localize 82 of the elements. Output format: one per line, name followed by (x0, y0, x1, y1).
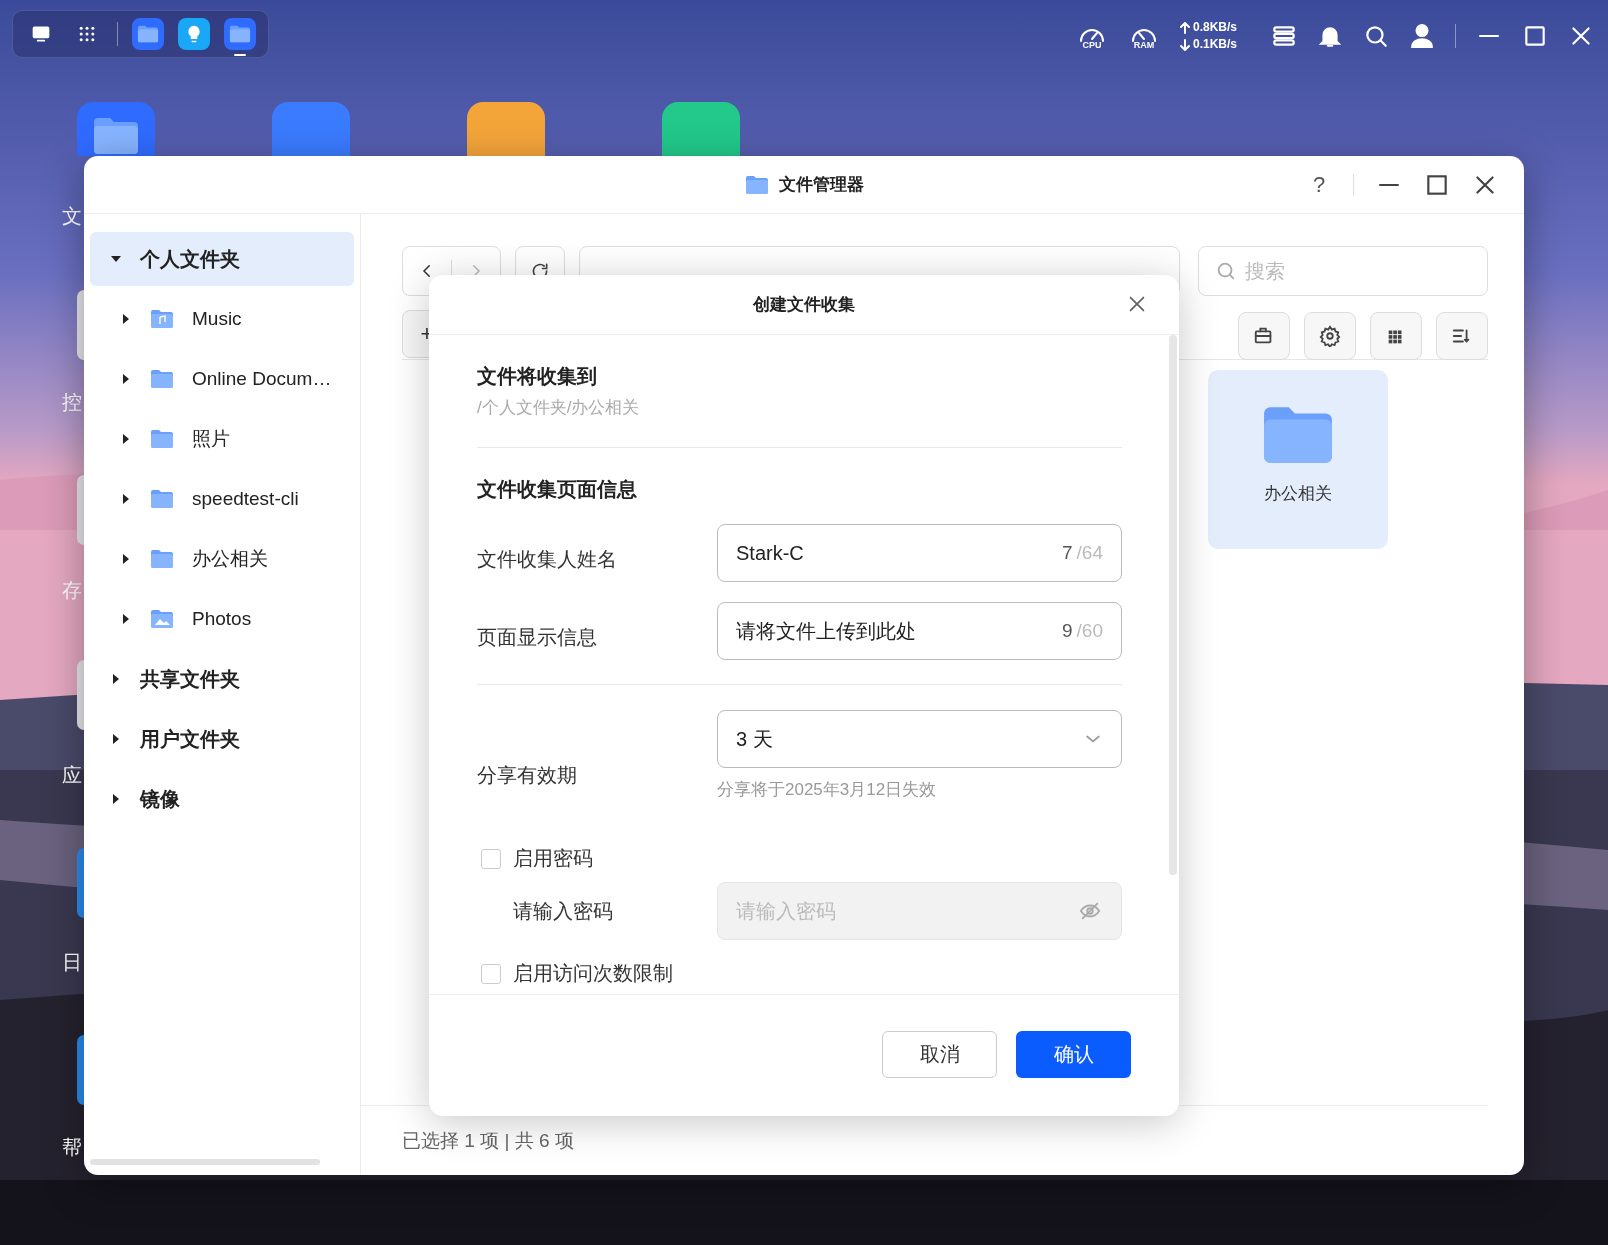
status-text: 已选择 1 项 | 共 6 项 (402, 1128, 574, 1153)
photo-folder-icon (150, 609, 174, 629)
sidebar-item[interactable]: Online Docum… (90, 352, 354, 406)
folder-icon (229, 24, 251, 44)
settings-button[interactable] (1304, 311, 1356, 360)
eye-off-icon (1077, 900, 1103, 922)
help-button[interactable]: ? (1307, 172, 1331, 198)
user-icon (1409, 23, 1435, 49)
app-label: 帮 (62, 1135, 82, 1159)
settings-icon (1319, 324, 1341, 347)
text-field[interactable]: Stark-C 7 /64 (717, 524, 1122, 582)
folder-icon (137, 24, 159, 44)
up-arrow-icon (1179, 21, 1190, 34)
checkbox[interactable] (481, 963, 501, 984)
section-heading: 文件将收集到 (477, 364, 598, 389)
sort-button[interactable] (1436, 311, 1488, 360)
char-limit: /64 (1076, 542, 1103, 564)
download-speed: 0.1KB/s (1192, 36, 1237, 53)
field-label: 文件收集人姓名 (477, 546, 618, 572)
window-title: 文件管理器 (778, 174, 864, 196)
sync-app-icon[interactable] (662, 102, 740, 156)
destination-path: /个人文件夹/办公相关 (477, 397, 641, 419)
file-manager-button[interactable] (224, 18, 256, 50)
folder-icon (744, 173, 769, 196)
monitor-icon (30, 24, 52, 44)
maximize-icon (1522, 23, 1548, 49)
down-arrow-icon (1179, 38, 1190, 51)
view-button[interactable] (1370, 311, 1422, 360)
scrollbar[interactable] (1169, 335, 1177, 875)
folder-app-icon[interactable] (77, 102, 155, 156)
minimize-icon (1376, 183, 1402, 187)
notes-app-icon[interactable] (467, 102, 545, 156)
music-folder-icon (150, 309, 174, 329)
expiry-hint: 分享将于2025年3月12日失效 (717, 779, 938, 801)
search-icon (1215, 260, 1237, 282)
folder-icon (92, 116, 140, 156)
section-heading: 文件收集页面信息 (477, 477, 638, 502)
app-label: 应 (62, 763, 82, 787)
app-icon[interactable] (77, 1035, 84, 1105)
minimize-icon (1476, 34, 1502, 38)
sidebar-item[interactable]: 镜像 (90, 772, 354, 826)
sidebar-item[interactable]: 用户文件夹 (90, 712, 354, 766)
sidebar-item[interactable]: Photos (90, 592, 354, 646)
folder-icon (150, 429, 174, 449)
file-manager-button[interactable] (132, 18, 164, 50)
field-label: 页面显示信息 (477, 624, 598, 650)
folder-tile[interactable]: 办公相关 (1208, 370, 1388, 549)
sidebar-item[interactable]: speedtest-cli (90, 472, 354, 526)
expiry-select[interactable]: 3 天 (717, 710, 1122, 768)
app-icon[interactable] (77, 290, 84, 360)
folder-icon (150, 489, 174, 509)
search-icon (1363, 23, 1389, 49)
cpu-label: CPU (1082, 40, 1102, 50)
char-count: 7 (1062, 542, 1073, 564)
field-label: 请输入密码 (512, 898, 614, 924)
checkbox-label: 启用访问次数限制 (513, 961, 673, 986)
app-label: 控 (62, 390, 82, 414)
folder-icon (150, 549, 174, 569)
app-label: 文 (62, 204, 82, 228)
scrollbar[interactable] (90, 1159, 320, 1165)
ram-label: RAM (1133, 40, 1155, 50)
char-limit: /60 (1076, 620, 1103, 642)
tips-button[interactable] (178, 18, 210, 50)
upload-speed: 0.8KB/s (1192, 19, 1237, 36)
sidebar-item[interactable]: Music (90, 292, 354, 346)
sidebar-item[interactable]: 照片 (90, 412, 354, 466)
app-label: 日 (62, 950, 82, 974)
sidebar-item[interactable]: 共享文件夹 (90, 652, 354, 706)
field-label: 分享有效期 (477, 763, 578, 788)
folder-icon (150, 369, 174, 389)
dialog-title: 创建文件收集 (753, 294, 855, 316)
toolbox-button[interactable] (1238, 311, 1290, 360)
cancel-button[interactable]: 取消 (882, 1031, 997, 1078)
app-label: 存 (62, 578, 82, 602)
maximize-icon (1424, 172, 1450, 198)
confirm-button[interactable]: 确认 (1016, 1031, 1131, 1078)
sidebar-item[interactable]: 办公相关 (90, 532, 354, 586)
checkbox-label: 启用密码 (513, 846, 593, 871)
char-count: 9 (1062, 620, 1073, 642)
text-field[interactable]: 请将文件上传到此处 9 /60 (717, 602, 1122, 660)
sidebar-item[interactable]: 个人文件夹 (90, 232, 354, 286)
server-icon (1271, 23, 1297, 49)
